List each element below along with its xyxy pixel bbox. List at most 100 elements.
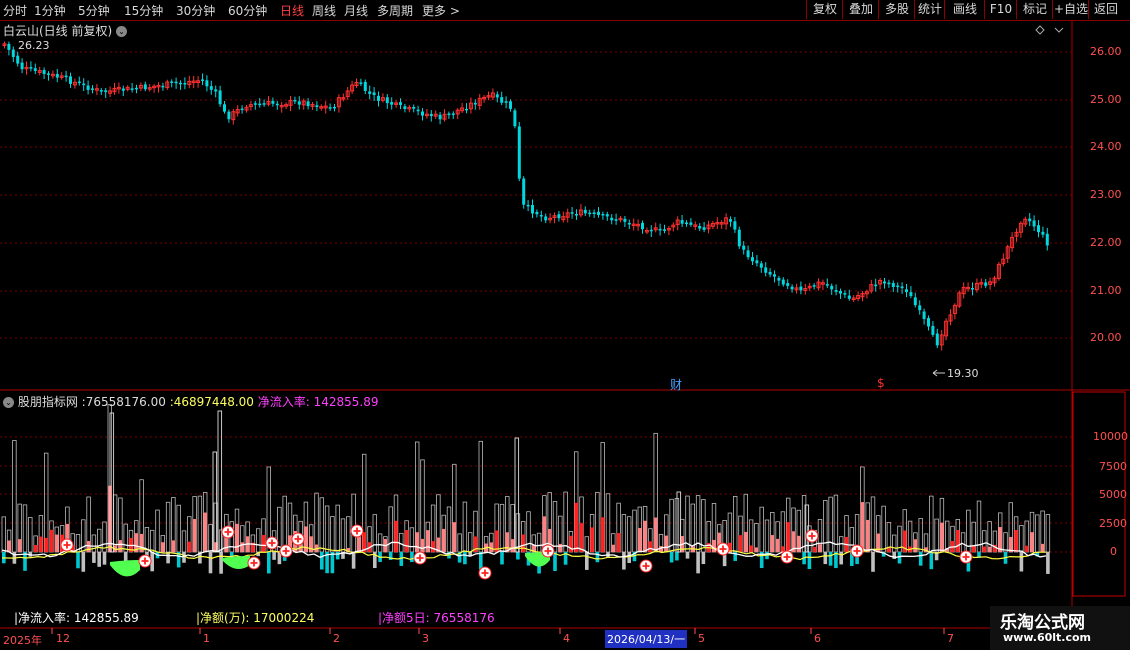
candle-body xyxy=(359,82,363,84)
candle-body xyxy=(790,286,794,290)
volume-outline-bar xyxy=(1003,532,1008,553)
inflow-bar xyxy=(452,522,457,552)
candle-body xyxy=(33,68,37,71)
net-amount-text: 净额(万): 17000224 xyxy=(200,611,315,625)
candle-body xyxy=(495,94,499,98)
outflow-bar xyxy=(335,552,340,560)
chevron-down-icon[interactable] xyxy=(1054,27,1064,33)
stock-title: 白云山(日线 前复权) xyxy=(3,24,113,38)
candle-body xyxy=(781,279,785,285)
outflow-bar xyxy=(897,552,902,564)
outflow-bar xyxy=(685,552,690,559)
candle-body xyxy=(77,81,81,84)
inflow-bar xyxy=(797,535,801,552)
volume-outline-bar xyxy=(12,440,17,553)
inflow-bar xyxy=(203,512,207,552)
chart-canvas[interactable] xyxy=(0,0,1130,650)
y-tick: 22.00 xyxy=(1090,236,1122,249)
chevron-down-icon[interactable]: ⌄ xyxy=(116,26,128,37)
inflow-bar xyxy=(1040,543,1045,552)
diamond-icon[interactable] xyxy=(1035,25,1045,35)
inflow-bar xyxy=(161,542,165,552)
candle-body xyxy=(680,220,684,224)
candle-body xyxy=(698,225,702,229)
volume-outline-bar xyxy=(621,514,627,553)
ind-y-tick: 2500 xyxy=(1099,517,1127,530)
volume-outline-bar xyxy=(764,519,770,553)
candle-body xyxy=(447,113,451,116)
inflow-bar xyxy=(786,522,790,552)
candle-body xyxy=(900,286,904,289)
volume-outline-bar xyxy=(1045,514,1051,553)
inflow-bar xyxy=(261,535,266,552)
outflow-bar xyxy=(1046,552,1050,574)
month-label: 3 xyxy=(422,632,429,645)
outflow-bar xyxy=(892,552,896,559)
dividend-marker[interactable]: $ xyxy=(877,376,885,390)
candle-body xyxy=(922,311,926,319)
month-ticks xyxy=(51,628,945,634)
inflow-bar xyxy=(394,520,398,552)
month-label: 7 xyxy=(947,632,954,645)
inflow-bar xyxy=(738,535,743,552)
finance-marker[interactable]: 财 xyxy=(670,376,682,393)
candle-body xyxy=(830,285,834,290)
candle-body xyxy=(293,99,297,102)
chevron-down-icon[interactable]: ⌄ xyxy=(3,397,14,408)
candle-body xyxy=(627,222,631,225)
candle-body xyxy=(55,73,59,78)
inflow-bar xyxy=(521,534,525,552)
inflow-bar xyxy=(860,502,865,552)
volume-outline-bar xyxy=(536,532,542,553)
volume-outline-bar xyxy=(934,518,939,553)
volume-outline-bar xyxy=(563,491,568,553)
candle-body xyxy=(262,103,266,105)
y-tick: 21.00 xyxy=(1090,284,1122,297)
inflow-bar xyxy=(749,545,753,552)
candle-body xyxy=(535,211,539,215)
candle-body xyxy=(372,92,376,96)
volume-outline-bar xyxy=(478,440,483,553)
inflow-bar xyxy=(643,520,647,552)
candle-body xyxy=(905,289,908,293)
volume-outline-bar xyxy=(929,495,934,553)
candle-body xyxy=(201,79,204,81)
candle-body xyxy=(777,277,781,281)
candle-body xyxy=(526,204,530,207)
inflow-bar xyxy=(940,522,944,552)
inflow-bar xyxy=(505,532,510,552)
inflow-bar xyxy=(55,534,59,552)
inflow-bar xyxy=(781,546,785,552)
inflow-bar xyxy=(192,519,197,552)
inflow-bar xyxy=(1024,545,1029,552)
month-label: 1 xyxy=(203,632,210,645)
year-label: 2025年 xyxy=(3,634,42,647)
cursor-date-label: 2026/04/13/一 xyxy=(605,630,688,648)
volume-outline-bar xyxy=(155,509,160,553)
outflow-bar xyxy=(97,552,101,567)
inflow-bar xyxy=(187,541,192,552)
outflow-bar xyxy=(410,552,414,563)
volume-outline-bar xyxy=(197,495,203,553)
outflow-bar xyxy=(166,552,170,564)
candle-body xyxy=(812,285,816,287)
candle-body xyxy=(135,87,138,90)
month-label: 5 xyxy=(698,632,705,645)
candle-body xyxy=(544,216,548,221)
spike-bar xyxy=(217,410,223,553)
candle-body xyxy=(733,221,737,230)
candle-body xyxy=(1045,233,1049,246)
candle-body xyxy=(390,102,394,105)
candle-body xyxy=(504,101,508,103)
candle-body xyxy=(412,106,416,109)
inflow-bar xyxy=(987,546,992,552)
candle-body xyxy=(82,83,86,86)
outflow-bar xyxy=(696,552,700,574)
candle-body xyxy=(315,105,319,108)
net-inflow-rate-label: |净流入率: 142855.89 xyxy=(14,611,139,625)
volume-outline-bar xyxy=(918,518,923,553)
outflow-bar xyxy=(675,552,679,561)
candle-body xyxy=(368,91,372,94)
volume-outline-bar xyxy=(595,491,600,553)
candle-body xyxy=(605,214,609,217)
